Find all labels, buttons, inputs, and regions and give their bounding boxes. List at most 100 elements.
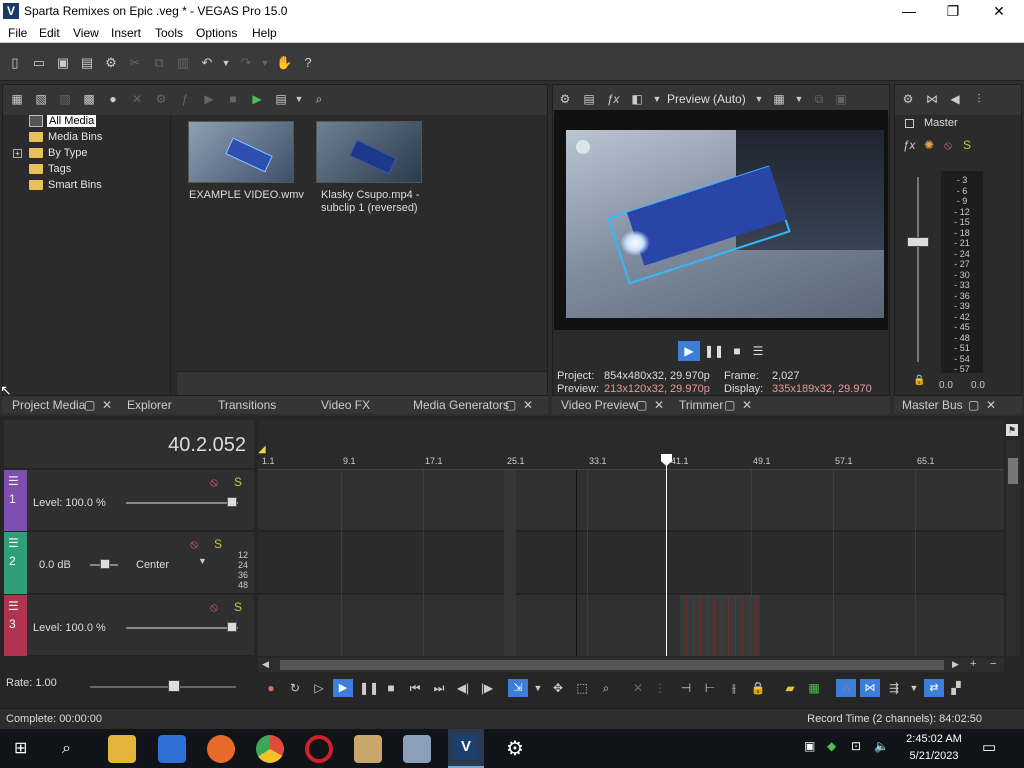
settings-icon[interactable]: ⚙	[153, 91, 169, 107]
tab-trimmer-close-icon[interactable]: ✕	[742, 398, 752, 412]
redo-icon[interactable]: ↷	[238, 55, 254, 71]
menu-help[interactable]: Help	[252, 26, 277, 40]
settings-gear-icon[interactable]: ⚙	[503, 737, 527, 761]
playhead-cursor[interactable]	[666, 456, 667, 656]
rate-slider[interactable]	[90, 686, 236, 688]
dim-output-icon[interactable]: ◀	[947, 91, 963, 107]
mixer-icon[interactable]: ⫶	[971, 91, 987, 107]
copy-snapshot-icon[interactable]: ⧉	[811, 91, 827, 107]
save-icon[interactable]: ▣	[55, 55, 71, 71]
track-lane-3[interactable]	[258, 595, 1004, 656]
preview-menu-icon[interactable]: ☰	[749, 341, 767, 361]
new-project-icon[interactable]: ▯	[7, 55, 23, 71]
start-windows-icon[interactable]: ⊞	[14, 740, 32, 758]
marker-flag-icon[interactable]: ⚑	[1006, 424, 1018, 436]
tab-project-media-undock-icon[interactable]: ▢	[84, 398, 95, 412]
loop-icon[interactable]: ↻	[287, 680, 303, 696]
auto-ripple-icon[interactable]: ⇶	[886, 680, 902, 696]
track-menu-icon[interactable]: ☰	[8, 536, 19, 550]
auto-preview-icon[interactable]: ▶	[249, 91, 265, 107]
downmix-icon[interactable]: ⋈	[924, 91, 940, 107]
trim-icon[interactable]: ⋮	[652, 680, 668, 696]
zoom-tool-icon[interactable]: ⌕	[598, 680, 614, 696]
tab-trimmer-undock-icon[interactable]: ▢	[724, 398, 735, 412]
tab-trimmer[interactable]: Trimmer	[679, 398, 723, 412]
tab-video-preview[interactable]: Video Preview	[561, 398, 638, 412]
properties-gear-icon[interactable]: ⚙	[103, 55, 119, 71]
quality-dropdown-icon[interactable]: ▼	[751, 91, 767, 107]
track-lane-2[interactable]	[258, 532, 1004, 594]
copy-icon[interactable]: ⧉	[151, 55, 167, 71]
paste-icon[interactable]: ▥	[175, 55, 191, 71]
tree-item-media-bins[interactable]: Media Bins	[29, 131, 102, 143]
tray-icon[interactable]: ▣	[804, 739, 818, 753]
opera-icon[interactable]	[305, 735, 333, 763]
menu-view[interactable]: View	[73, 26, 99, 40]
undo-dropdown-icon[interactable]: ▼	[218, 55, 234, 71]
normal-edit-tool-icon[interactable]: ⇲	[508, 679, 528, 697]
prev-frame-icon[interactable]: ◀|	[455, 680, 471, 696]
play-from-start-icon[interactable]: ▷	[311, 680, 327, 696]
get-media-icon[interactable]: ▨	[57, 91, 73, 107]
ignore-grouping-icon[interactable]: ▞	[948, 680, 964, 696]
track-volume-knob[interactable]	[100, 559, 110, 569]
tab-video-preview-undock-icon[interactable]: ▢	[636, 398, 647, 412]
help-icon[interactable]: ?	[300, 55, 316, 71]
file-explorer-icon[interactable]	[108, 735, 136, 763]
envelope-tool-icon[interactable]: ✥	[550, 680, 566, 696]
track-level-knob[interactable]	[227, 497, 237, 507]
maximize-button[interactable]: ❐	[938, 2, 968, 20]
tab-video-fx[interactable]: Video FX	[321, 398, 370, 412]
menu-edit[interactable]: Edit	[39, 26, 60, 40]
tab-master-bus-close-icon[interactable]: ✕	[986, 398, 996, 412]
insert-marker-icon[interactable]: ▰	[782, 680, 798, 696]
search-icon[interactable]: ⌕	[311, 91, 327, 107]
selection-tool-icon[interactable]: ⬚	[574, 680, 590, 696]
expand-icon[interactable]: +	[13, 149, 22, 158]
menu-options[interactable]: Options	[196, 26, 237, 40]
preview-stop-button[interactable]: ■	[728, 341, 746, 361]
track-solo-icon[interactable]: S	[230, 474, 246, 490]
go-to-start-icon[interactable]: ⏮	[407, 680, 423, 696]
master-fx-icon[interactable]: ƒx	[901, 137, 917, 153]
open-icon[interactable]: ▭	[31, 55, 47, 71]
track-mute-icon[interactable]: ⦸	[186, 536, 202, 552]
redo-dropdown-icon[interactable]: ▼	[257, 55, 273, 71]
auto-crossfade-icon[interactable]: ⋈	[860, 679, 880, 697]
notifications-icon[interactable]: ▭	[982, 738, 1000, 756]
grid-icon[interactable]: ▦	[771, 91, 787, 107]
play-icon[interactable]: ▶	[201, 91, 217, 107]
track-solo-icon[interactable]: S	[230, 599, 246, 615]
track-level-knob[interactable]	[227, 622, 237, 632]
video-fx-icon[interactable]: ƒx	[605, 91, 621, 107]
timeline-pause-button[interactable]: ❚❚	[359, 680, 379, 696]
close-button[interactable]: ✕	[984, 2, 1014, 20]
menu-tools[interactable]: Tools	[155, 26, 183, 40]
taskbar-date[interactable]: 5/21/2023	[904, 750, 964, 762]
tab-explorer[interactable]: Explorer	[127, 398, 172, 412]
trim-end-icon[interactable]: ⊢	[702, 680, 718, 696]
menu-insert[interactable]: Insert	[111, 26, 141, 40]
automation-icon[interactable]: ✺	[921, 137, 937, 153]
tree-item-by-type[interactable]: + By Type	[13, 147, 88, 159]
pan-dropdown-icon[interactable]: ▼	[198, 556, 207, 566]
tab-master-bus-undock-icon[interactable]: ▢	[968, 398, 979, 412]
ripple-dropdown-icon[interactable]: ▼	[906, 680, 922, 696]
menu-file[interactable]: File	[8, 26, 27, 40]
vegas-taskbar-button[interactable]: V	[448, 729, 484, 768]
taskbar-search-icon[interactable]: ⌕	[62, 739, 82, 759]
tab-media-generators-undock-icon[interactable]: ▢	[505, 398, 516, 412]
cut-icon[interactable]: ✂	[127, 55, 143, 71]
timeline-play-button[interactable]: ▶	[333, 679, 353, 697]
track-level-slider[interactable]	[126, 502, 238, 504]
tree-item-tags[interactable]: Tags	[29, 163, 71, 175]
tab-project-media[interactable]: Project Media	[12, 398, 85, 412]
scroll-right-icon[interactable]: ▶	[952, 659, 959, 670]
store-icon[interactable]	[158, 735, 186, 763]
rate-knob[interactable]	[168, 680, 180, 692]
scroll-left-icon[interactable]: ◀	[262, 659, 269, 670]
timeline-vscroll[interactable]	[1006, 440, 1020, 656]
preview-settings-icon[interactable]: ⚙	[557, 91, 573, 107]
track-menu-icon[interactable]: ☰	[8, 474, 19, 488]
track-menu-icon[interactable]: ☰	[8, 599, 19, 613]
